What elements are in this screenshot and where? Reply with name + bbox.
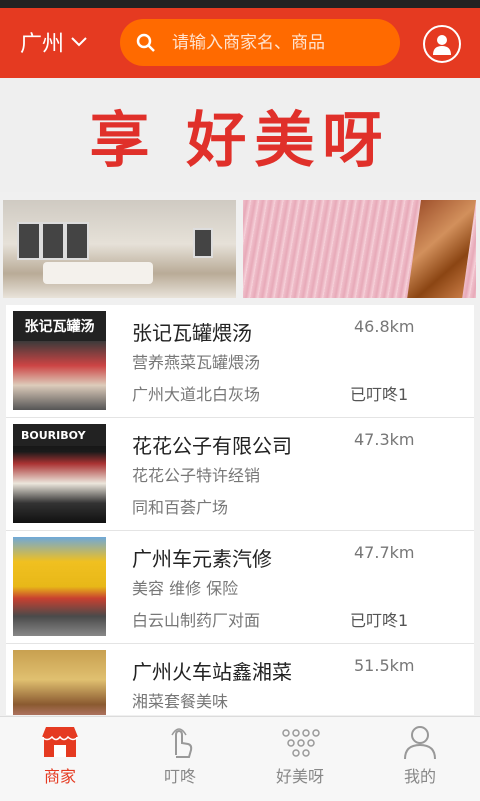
status-bar [0,0,480,8]
sofa-shape [43,262,153,284]
merchant-distance: 51.5km [354,656,415,675]
dots-icon [282,729,320,757]
merchant-name: 广州火车站鑫湘菜 [132,660,292,684]
promo-image-pearls[interactable] [243,200,476,298]
merchant-item[interactable]: 张记瓦罐汤 张记瓦罐煨汤 46.8km 营养燕菜瓦罐煨汤 广州大道北白灰场 已叮… [6,305,474,418]
merchant-description: 美容 维修 保险 [132,579,239,598]
city-label: 广州 [20,32,65,57]
merchant-address: 同和百荟广场 [132,498,229,517]
user-avatar-button[interactable] [423,25,461,63]
tab-mine[interactable]: 我的 [360,717,480,801]
merchant-list: 张记瓦罐汤 张记瓦罐煨汤 46.8km 营养燕菜瓦罐煨汤 广州大道北白灰场 已叮… [6,305,474,715]
merchant-distance: 46.8km [354,317,415,336]
person-icon [404,726,436,759]
dingdong-status: 已叮咚1 [350,385,409,404]
merchant-address: 广州大道北白灰场 [132,385,261,404]
person-icon [433,35,451,55]
banner-slogan: 享 好美呀 [89,105,391,176]
merchant-thumbnail [13,537,106,636]
bottom-tab-bar: 商家 叮咚 好美呀 我的 [0,716,480,801]
merchant-name: 张记瓦罐煨汤 [132,321,252,345]
merchant-description: 花花公子特许经销 [132,466,261,485]
merchant-item[interactable]: 广州车元素汽修 47.7km 美容 维修 保险 白云山制药厂对面 已叮咚1 [6,531,474,644]
merchant-item[interactable]: BOURIBOY 花花公子有限公司 47.3km 花花公子特许经销 同和百荟广场 [6,418,474,531]
merchant-description: 湘菜套餐美味 [132,692,229,711]
wall-frame [41,222,65,260]
city-selector[interactable]: 广州 [20,26,88,58]
merchant-thumbnail: 张记瓦罐汤 [13,311,106,410]
tab-label: 商家 [43,767,76,786]
dingdong-status: 已叮咚1 [350,611,409,630]
tap-hand-icon [171,728,193,758]
shop-icon [41,727,79,757]
promo-image-interior[interactable] [3,200,236,298]
tab-merchants[interactable]: 商家 [0,717,120,801]
merchant-item[interactable]: 广州火车站鑫湘菜 51.5km 湘菜套餐美味 [6,644,474,715]
tab-haomeiya[interactable]: 好美呀 [240,717,360,801]
tab-dingdong[interactable]: 叮咚 [120,717,240,801]
search-icon [136,33,156,53]
merchant-distance: 47.7km [354,543,415,562]
merchant-description: 营养燕菜瓦罐煨汤 [132,353,261,372]
thumbnail-sign: 张记瓦罐汤 [13,311,106,341]
merchant-thumbnail: BOURIBOY [13,424,106,523]
search-bar[interactable] [120,19,400,66]
promo-banner[interactable]: 享 好美呀 [0,78,480,192]
tab-label: 我的 [403,767,436,786]
top-header: 广州 [0,8,480,78]
merchant-distance: 47.3km [354,430,415,449]
tab-label: 好美呀 [275,767,324,786]
thumbnail-sign: BOURIBOY [13,424,106,446]
merchant-thumbnail [13,650,106,715]
wall-frame [17,222,41,260]
wall-frame [65,222,89,260]
merchant-name: 花花公子有限公司 [132,434,292,458]
chevron-down-icon [71,37,87,47]
search-input[interactable] [170,31,384,54]
tab-label: 叮咚 [163,767,196,786]
merchant-name: 广州车元素汽修 [132,547,272,571]
wall-frame [193,228,213,258]
merchant-address: 白云山制药厂对面 [132,611,261,630]
wood-block [407,200,476,298]
